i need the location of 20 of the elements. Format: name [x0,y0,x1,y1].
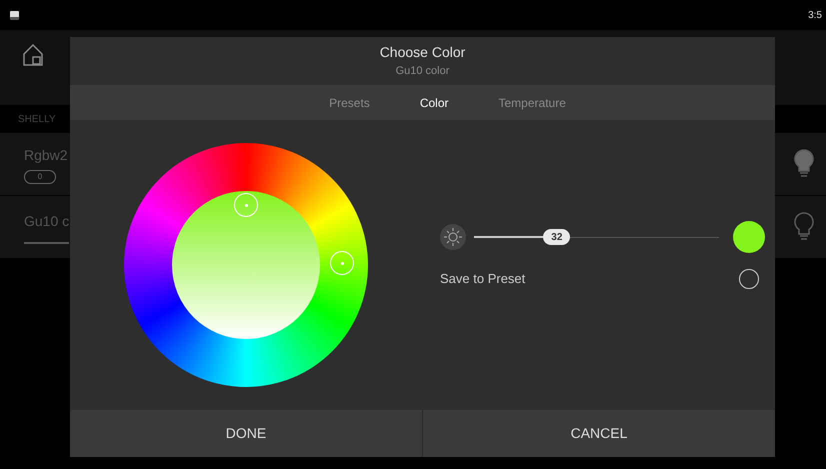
section-header: SHELLY [18,112,56,126]
dialog-button[interactable]: CANCEL [423,410,775,457]
brightness-icon [440,224,466,250]
device-name: Gu10 c [24,212,70,230]
color-swatch[interactable] [733,221,765,253]
preset-radio[interactable] [739,269,759,289]
brightness-slider[interactable]: 32 [474,225,719,249]
handle-ring[interactable] [330,251,354,275]
device-name: Rgbw2 [24,146,68,165]
slider-thumb[interactable]: 32 [543,229,570,245]
dialog-subtitle: Gu10 color [396,64,450,80]
tab[interactable]: Color [420,94,448,112]
handle-ring[interactable] [234,193,258,217]
notification-icon [10,10,19,20]
save-to-preset-label: Save to Preset [440,270,526,288]
value-pill: 0 [24,170,56,184]
home-icon[interactable] [22,43,44,67]
dialog-button[interactable]: DONE [70,410,423,457]
dialog-title: Choose Color [380,43,466,62]
status-time: 3:5 [808,8,822,22]
